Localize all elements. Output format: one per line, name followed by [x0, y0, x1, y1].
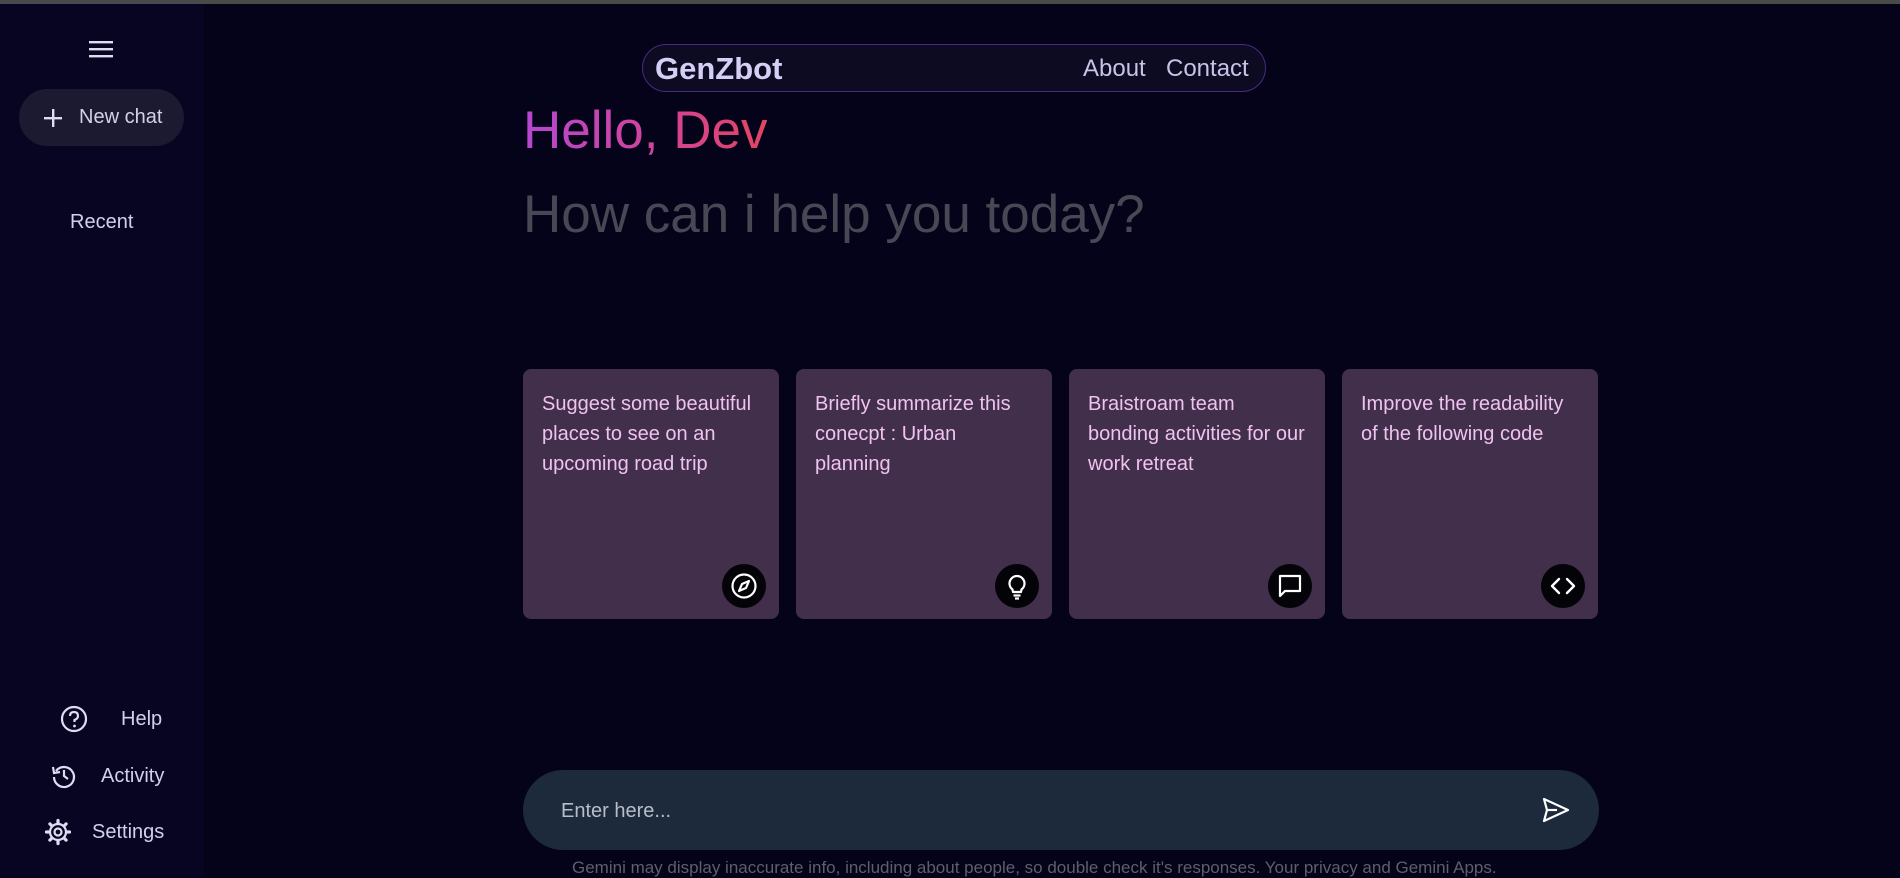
brand-logo[interactable]: GenZbot	[655, 51, 782, 87]
suggestion-card[interactable]: Improve the readability of the following…	[1342, 369, 1598, 619]
menu-icon	[89, 41, 113, 58]
suggestion-card-text: Briefly summarize this conecpt : Urban p…	[815, 393, 1011, 475]
code-icon	[1541, 564, 1585, 608]
send-button[interactable]	[1539, 794, 1573, 826]
history-icon	[50, 762, 78, 790]
suggestion-card-text: Improve the readability of the following…	[1361, 393, 1564, 445]
send-icon	[1542, 797, 1570, 823]
help-icon	[60, 705, 88, 733]
bulb-icon	[995, 564, 1039, 608]
greeting-subtitle: How can i help you today?	[523, 185, 1145, 244]
sidebar-item-help[interactable]: Help	[60, 705, 162, 733]
prompt-input-bar	[523, 770, 1599, 850]
suggestion-card-text: Braistroam team bonding activities for o…	[1088, 393, 1305, 475]
sidebar-item-label: Settings	[92, 820, 165, 843]
suggestion-card[interactable]: Braistroam team bonding activities for o…	[1069, 369, 1325, 619]
sidebar: New chat Recent Help Activity Settings	[0, 4, 204, 877]
suggestion-card-text: Suggest some beautiful places to see on …	[542, 393, 752, 475]
prompt-input[interactable]	[559, 790, 1503, 832]
window-top-border	[0, 0, 1900, 4]
menu-button[interactable]	[84, 34, 118, 64]
plus-icon	[41, 106, 65, 130]
sidebar-item-label: Help	[121, 707, 163, 730]
footer-disclaimer: Gemini may display inaccurate info, incl…	[572, 858, 1497, 877]
suggestion-card[interactable]: Briefly summarize this conecpt : Urban p…	[796, 369, 1052, 619]
top-navbar: GenZbot About Contact	[642, 44, 1266, 92]
new-chat-label: New chat	[79, 106, 163, 128]
gear-icon	[44, 818, 72, 846]
nav-link-contact[interactable]: Contact	[1166, 55, 1249, 83]
nav-link-about[interactable]: About	[1083, 55, 1146, 83]
sidebar-item-activity[interactable]: Activity	[50, 762, 164, 790]
suggestion-card[interactable]: Suggest some beautiful places to see on …	[523, 369, 779, 619]
sidebar-item-settings[interactable]: Settings	[44, 818, 164, 846]
compass-icon	[722, 564, 766, 608]
recent-heading: Recent	[70, 211, 134, 233]
sidebar-item-label: Activity	[101, 764, 165, 787]
greeting-title: Hello, Dev	[523, 101, 768, 160]
new-chat-button[interactable]: New chat	[19, 89, 184, 146]
message-icon	[1268, 564, 1312, 608]
